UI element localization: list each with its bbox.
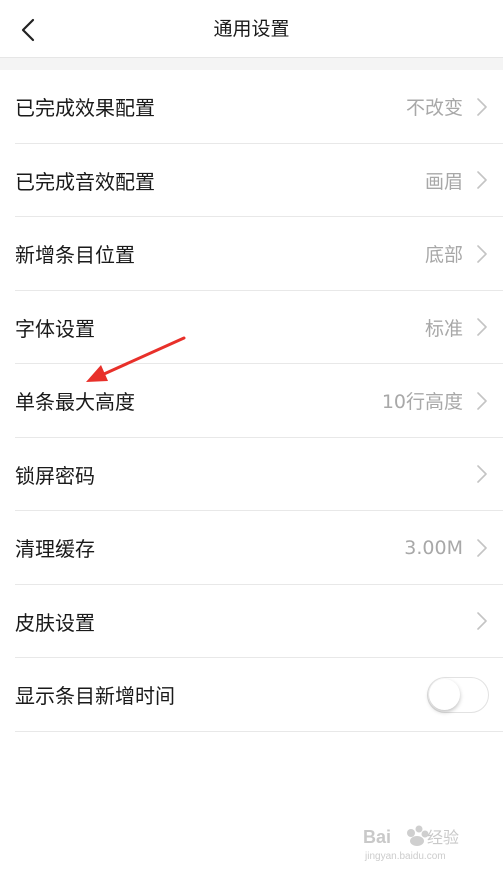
setting-value: 画眉: [424, 170, 463, 193]
setting-label: 清理缓存: [15, 537, 95, 562]
svg-text:经验: 经验: [427, 828, 459, 847]
chevron-right-icon: [475, 170, 489, 190]
chevron-right-icon: [475, 464, 489, 484]
setting-row-lock-password[interactable]: 锁屏密码: [0, 438, 503, 512]
setting-row-max-height[interactable]: 单条最大高度 10行高度: [0, 364, 503, 438]
setting-label: 锁屏密码: [15, 463, 95, 488]
setting-label: 已完成音效配置: [15, 169, 155, 194]
setting-label: 皮肤设置: [15, 610, 95, 635]
show-time-toggle[interactable]: [427, 676, 489, 713]
chevron-right-icon: [475, 538, 489, 558]
nav-bar: 通用设置: [0, 0, 503, 58]
setting-row-completed-sound[interactable]: 已完成音效配置 画眉: [0, 144, 503, 218]
setting-value: 3.00M: [404, 536, 463, 559]
setting-row-new-item-position[interactable]: 新增条目位置 底部: [0, 217, 503, 291]
setting-label: 新增条目位置: [15, 243, 135, 268]
setting-label: 显示条目新增时间: [15, 684, 175, 709]
setting-value: 标准: [424, 317, 463, 340]
section-gap: [0, 58, 503, 70]
svg-text:jingyan.baidu.com: jingyan.baidu.com: [364, 851, 446, 862]
settings-list: 已完成效果配置 不改变 已完成音效配置 画眉 新增条目位置 底部 字体设置 标准…: [0, 70, 503, 732]
chevron-right-icon: [475, 391, 489, 411]
setting-value: 不改变: [405, 97, 463, 120]
svg-text:Bai: Bai: [363, 827, 391, 847]
setting-label: 字体设置: [15, 316, 95, 341]
setting-row-completed-effect[interactable]: 已完成效果配置 不改变: [0, 70, 503, 144]
page-title: 通用设置: [213, 18, 290, 40]
baidu-jingyan-watermark: Bai 经验 jingyan.baidu.com: [363, 825, 459, 862]
chevron-right-icon: [475, 317, 489, 337]
setting-label: 已完成效果配置: [15, 96, 155, 121]
setting-row-skin[interactable]: 皮肤设置: [0, 585, 503, 659]
toggle-knob: [429, 678, 460, 710]
chevron-right-icon: [475, 97, 489, 117]
chevron-right-icon: [475, 611, 489, 631]
setting-row-font[interactable]: 字体设置 标准: [0, 291, 503, 365]
chevron-right-icon: [475, 244, 489, 264]
setting-value: 底部: [424, 244, 463, 267]
setting-row-clear-cache[interactable]: 清理缓存 3.00M: [0, 511, 503, 585]
setting-label: 单条最大高度: [15, 390, 135, 415]
setting-value: 10行高度: [381, 391, 463, 414]
setting-row-show-added-time: 显示条目新增时间: [0, 658, 503, 732]
